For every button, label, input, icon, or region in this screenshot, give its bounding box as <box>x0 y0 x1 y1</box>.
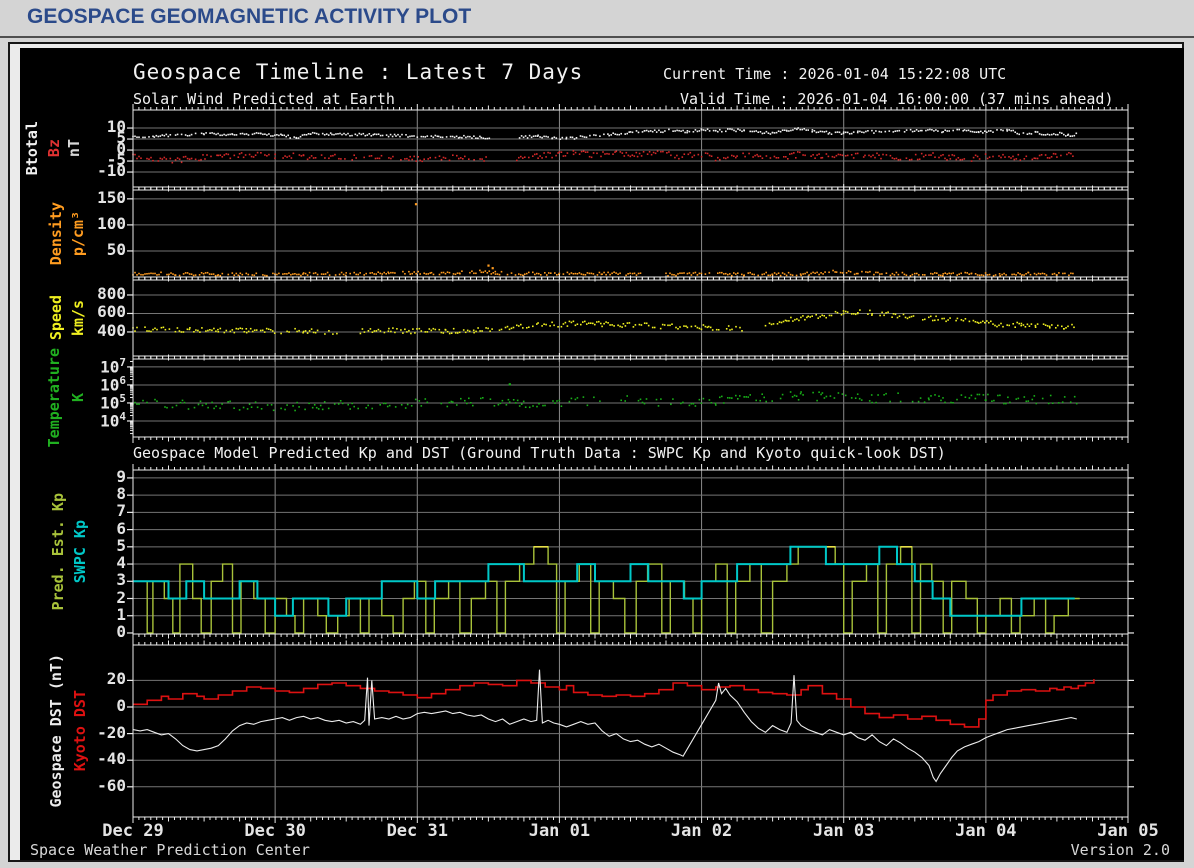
axis-label: Temperature <box>45 348 64 448</box>
axis-label: Speed <box>47 295 66 341</box>
x-tick-label: Dec 30 <box>244 821 306 841</box>
axis-label: p/cm³ <box>69 210 88 257</box>
x-tick-label: Dec 31 <box>386 821 448 841</box>
valid-time-label: Valid Time : 2026-01-04 16:00:00 (37 min… <box>680 90 1114 108</box>
axis-label: Bz <box>45 139 64 158</box>
footer-source: Space Weather Prediction Center <box>30 841 310 859</box>
chart-title: Geospace Timeline : Latest 7 Days <box>133 60 584 84</box>
x-tick-label: Jan 01 <box>528 821 591 841</box>
x-tick-label: Jan 03 <box>812 821 875 841</box>
axis-label: km/s <box>69 299 88 337</box>
axis-label: Btotal <box>23 121 42 176</box>
axis-label: nT <box>65 139 84 158</box>
plot-frame: 10 5 0 -5 -10 Btotal Bz nT 150 100 50 Density p/cm³ 8… <box>8 42 1184 862</box>
axis-label: SWPC Kp <box>71 520 90 584</box>
page: GEOSPACE GEOMAGNETIC ACTIVITY PLOT 10 5 0-… <box>0 0 1194 868</box>
x-tick-label: Jan 02 <box>670 821 733 841</box>
axis-label: K <box>69 393 88 403</box>
current-time-label: Current Time : 2026-01-04 15:22:08 UTC <box>663 65 1007 83</box>
x-tick-label: Jan 04 <box>955 821 1017 841</box>
axis-label: Geospace DST (nT) <box>47 654 66 808</box>
kp-dst-subtitle: Geospace Model Predicted Kp and DST (Gro… <box>133 444 946 462</box>
page-title: GEOSPACE GEOMAGNETIC ACTIVITY PLOT <box>27 5 472 28</box>
plot-image: 10 5 0 -5 -10 Btotal Bz nT 150 100 50 Density p/cm³ 8… <box>20 48 1184 860</box>
x-tick-label: Dec 29 <box>102 821 164 841</box>
axis-label: Density <box>47 201 66 266</box>
axis-label: Kyoto DST <box>71 690 90 772</box>
axis-label: Pred. Est. Kp <box>49 493 68 611</box>
solar-wind-subtitle: Solar Wind Predicted at Earth <box>133 90 395 108</box>
footer-version: Version 2.0 <box>1070 841 1170 859</box>
page-header: GEOSPACE GEOMAGNETIC ACTIVITY PLOT <box>0 0 1194 38</box>
x-tick-label: Jan 05 <box>1097 821 1159 841</box>
